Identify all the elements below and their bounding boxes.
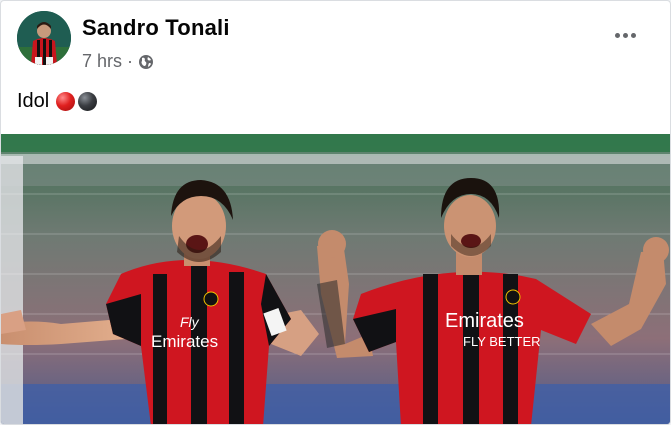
- black-circle-emoji: [78, 92, 98, 111]
- left-jersey-sponsor: Emirates: [151, 332, 218, 351]
- author-avatar[interactable]: [17, 11, 71, 65]
- more-options-icon[interactable]: [605, 21, 645, 49]
- red-circle-emoji: [56, 92, 76, 111]
- meta-separator: ·: [127, 50, 134, 71]
- post-meta: 7 hrs ·: [82, 50, 154, 72]
- post-header: Sandro Tonali 7 hrs ·: [1, 1, 670, 81]
- more-dot: [614, 32, 620, 38]
- caption-text: Idol: [17, 90, 50, 112]
- post-photo[interactable]: Fly Emirates Emirates FLY BETTER: [1, 134, 671, 425]
- author-name[interactable]: Sandro Tonali: [82, 15, 230, 41]
- facebook-post: Sandro Tonali 7 hrs · Idol Fly Emirates …: [0, 0, 671, 425]
- more-dot: [630, 32, 636, 38]
- post-timestamp[interactable]: 7 hrs: [82, 51, 122, 72]
- right-jersey-sponsor-sub: FLY BETTER: [463, 334, 541, 349]
- globe-icon[interactable]: [138, 54, 154, 70]
- avatar-photo: [17, 11, 71, 65]
- post-caption: Idol: [17, 90, 98, 113]
- more-dot: [622, 32, 628, 38]
- right-jersey-sponsor: Emirates: [445, 310, 524, 332]
- left-jersey-fly: Fly: [180, 314, 200, 330]
